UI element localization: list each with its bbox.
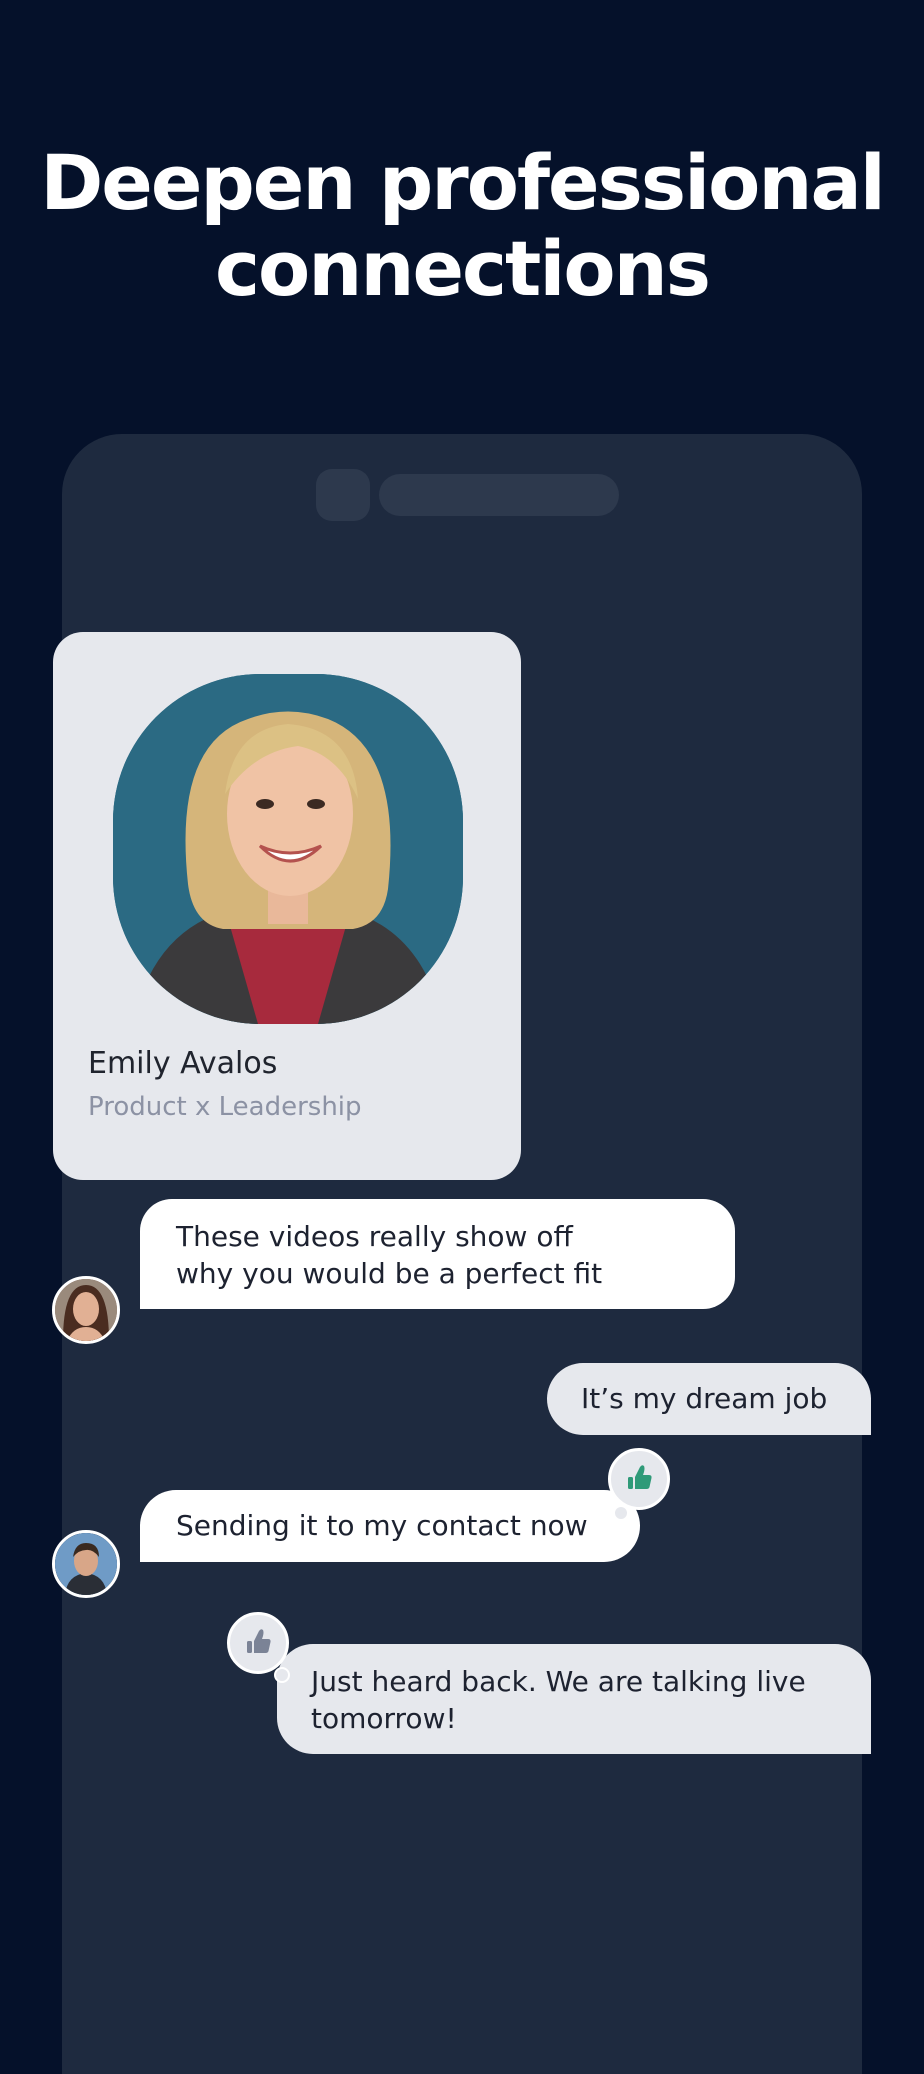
profile-portrait-image (113, 674, 463, 1024)
reaction-badge[interactable] (608, 1448, 670, 1521)
profile-photo (113, 674, 463, 1024)
sender-avatar-image (55, 1279, 117, 1341)
message-text: Sending it to my contact now (176, 1509, 588, 1542)
thumbs-up-icon (247, 1629, 271, 1653)
sender-avatar[interactable] (52, 1276, 120, 1344)
message-text-line: tomorrow! (311, 1702, 457, 1735)
sender-avatar[interactable] (52, 1530, 120, 1598)
headline-line-2: connections (214, 224, 711, 313)
headline: Deepen professional connections (0, 140, 924, 312)
message-text-line: These videos really show off (176, 1220, 573, 1253)
profile-role: Product x Leadership (88, 1092, 362, 1122)
phone-speaker (379, 474, 619, 516)
thumbs-up-icon (628, 1465, 652, 1489)
message-bubble-incoming[interactable]: Sending it to my contact now (140, 1490, 640, 1562)
headline-line-1: Deepen professional (40, 138, 886, 227)
message-text: It’s my dream job (581, 1382, 828, 1415)
message-bubble-incoming[interactable]: These videos really show off why you wou… (140, 1199, 735, 1309)
sender-avatar-image (55, 1533, 117, 1595)
message-bubble-outgoing[interactable]: It’s my dream job (547, 1363, 871, 1435)
reaction-badge[interactable] (227, 1612, 290, 1683)
phone-camera (316, 469, 370, 521)
message-bubble-outgoing[interactable]: Just heard back. We are talking live tom… (277, 1644, 871, 1754)
profile-name: Emily Avalos (88, 1046, 278, 1081)
profile-card[interactable]: Emily Avalos Product x Leadership (53, 632, 521, 1180)
message-text-line: Just heard back. We are talking live (311, 1665, 806, 1698)
message-text-line: why you would be a perfect fit (176, 1257, 603, 1290)
